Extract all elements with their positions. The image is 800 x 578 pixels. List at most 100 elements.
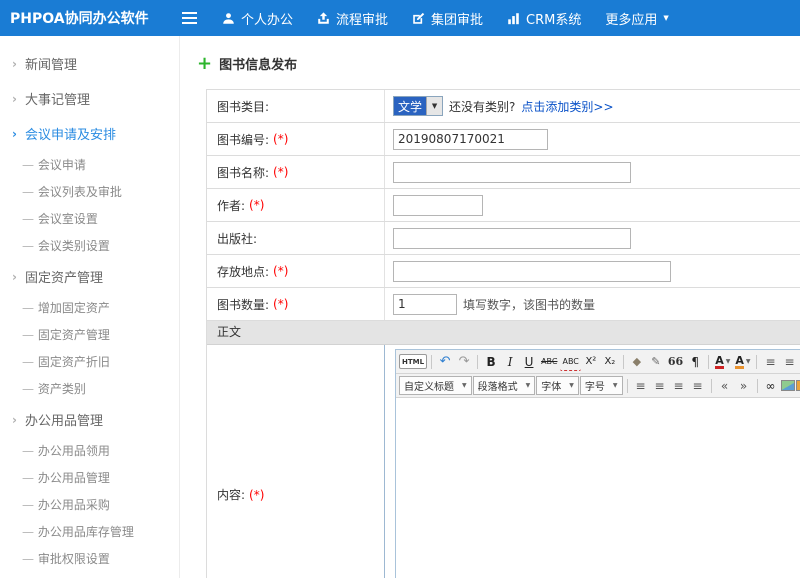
dropdown-label: 自定义标题 bbox=[404, 378, 454, 393]
insert-image-icon[interactable] bbox=[781, 380, 795, 391]
remove-format-icon[interactable]: ◆ bbox=[628, 352, 646, 371]
field-label: 出版社: bbox=[217, 230, 257, 247]
chevron-right-icon: › bbox=[12, 127, 17, 141]
redo-icon[interactable]: ↷ bbox=[455, 352, 473, 371]
blockquote-icon[interactable]: 66 bbox=[666, 352, 685, 371]
form-row-category: 图书类目: 文学 ▼ 还没有类别? 点击添加类别>> bbox=[207, 90, 800, 123]
sidebar-item-meeting-room-settings[interactable]: 会议室设置 bbox=[0, 205, 179, 232]
field-label: 图书类目: bbox=[217, 98, 269, 115]
sidebar-group-label: 大事记管理 bbox=[25, 89, 90, 108]
nav-label: 个人办公 bbox=[241, 9, 293, 28]
publisher-input[interactable] bbox=[393, 228, 631, 249]
format-painter-icon[interactable]: ✎ bbox=[647, 352, 665, 371]
italic-button[interactable]: I bbox=[501, 352, 519, 371]
editor-toolbar-row2: 自定义标题 ▼ 段落格式 ▼ 字体 ▼ 字号 ▼ bbox=[396, 374, 800, 398]
highlight-color-button[interactable]: A ▼ bbox=[733, 352, 752, 371]
nav-personal-office[interactable]: 个人办公 bbox=[222, 9, 293, 28]
bullet-list-icon[interactable]: ≡ bbox=[761, 352, 779, 371]
sidebar-item-supplies-purchase[interactable]: 办公用品采购 bbox=[0, 491, 179, 518]
paragraph-icon[interactable]: ¶ bbox=[686, 352, 704, 371]
chevron-down-icon: ▼ bbox=[426, 97, 442, 115]
align-left-icon[interactable]: ≡ bbox=[632, 376, 650, 395]
form-row-location: 存放地点: (*) bbox=[207, 255, 800, 288]
chevron-right-icon: › bbox=[12, 92, 17, 106]
editor-content-area[interactable] bbox=[396, 398, 800, 578]
paragraph-format-dropdown[interactable]: 段落格式 ▼ bbox=[473, 376, 536, 395]
book-publish-form: 图书类目: 文学 ▼ 还没有类别? 点击添加类别>> 图书编号: (*) bbox=[206, 89, 800, 578]
location-field bbox=[385, 255, 800, 287]
spellcheck-button[interactable]: ABC bbox=[560, 352, 580, 371]
menu-toggle-button[interactable] bbox=[178, 17, 200, 19]
font-family-dropdown[interactable]: 字体 ▼ bbox=[536, 376, 579, 395]
sidebar-item-meeting-category-settings[interactable]: 会议类别设置 bbox=[0, 232, 179, 259]
sidebar-item-supplies-management[interactable]: 办公用品管理 bbox=[0, 464, 179, 491]
book-name-input[interactable] bbox=[393, 162, 631, 183]
sidebar-item-meeting-apply[interactable]: 会议申请 bbox=[0, 151, 179, 178]
chevron-down-icon: ▼ bbox=[613, 382, 618, 389]
insert-media-icon[interactable]: ▶ bbox=[796, 380, 800, 391]
hamburger-icon bbox=[182, 17, 197, 19]
author-input[interactable] bbox=[393, 195, 483, 216]
main-content: + 图书信息发布 图书类目: 文学 ▼ 还没有类别? 点击添加类别>> 图书编号… bbox=[180, 36, 800, 578]
underline-button[interactable]: U bbox=[520, 352, 538, 371]
sidebar-item-asset-category[interactable]: 资产类别 bbox=[0, 375, 179, 402]
field-label: 图书编号: bbox=[217, 131, 269, 148]
subscript-button[interactable]: X₂ bbox=[601, 352, 619, 371]
quantity-input[interactable] bbox=[393, 294, 457, 315]
sidebar-group-memorabilia[interactable]: › 大事记管理 bbox=[0, 81, 179, 116]
sidebar-item-supplies-requisition[interactable]: 办公用品领用 bbox=[0, 437, 179, 464]
location-label: 存放地点: (*) bbox=[207, 255, 385, 287]
undo-icon[interactable]: ↶ bbox=[436, 352, 454, 371]
font-color-button[interactable]: A ▼ bbox=[713, 352, 732, 371]
toolbar-separator bbox=[431, 355, 432, 369]
chevron-down-icon: ▼ bbox=[726, 358, 731, 365]
author-label: 作者: (*) bbox=[207, 189, 385, 221]
caret-glyph: ▼ bbox=[432, 103, 437, 110]
sidebar-item-supplies-inventory[interactable]: 办公用品库存管理 bbox=[0, 518, 179, 545]
sidebar-item-meeting-list-approval[interactable]: 会议列表及审批 bbox=[0, 178, 179, 205]
required-mark: (*) bbox=[273, 297, 288, 311]
heading-style-dropdown[interactable]: 自定义标题 ▼ bbox=[399, 376, 472, 395]
nav-workflow-approval[interactable]: 流程审批 bbox=[317, 9, 388, 28]
sidebar-group-meeting[interactable]: › 会议申请及安排 bbox=[0, 116, 179, 151]
group-approval-icon bbox=[412, 12, 425, 25]
superscript-button[interactable]: X² bbox=[582, 352, 600, 371]
align-justify-icon[interactable]: ≡ bbox=[689, 376, 707, 395]
sidebar-item-approval-permission-settings[interactable]: 审批权限设置 bbox=[0, 545, 179, 572]
chevron-right-icon: › bbox=[12, 57, 17, 71]
book-no-input[interactable] bbox=[393, 129, 548, 150]
add-category-link[interactable]: 点击添加类别>> bbox=[521, 98, 613, 115]
form-row-book-no: 图书编号: (*) bbox=[207, 123, 800, 156]
sidebar-group-label: 办公用品管理 bbox=[25, 410, 103, 429]
font-size-dropdown[interactable]: 字号 ▼ bbox=[580, 376, 623, 395]
link-icon[interactable]: ∞ bbox=[762, 376, 780, 395]
align-center-icon[interactable]: ≡ bbox=[651, 376, 669, 395]
outdent-icon[interactable]: « bbox=[716, 376, 734, 395]
highlight-color-icon: A bbox=[735, 355, 744, 369]
numbered-list-icon[interactable]: ≡ bbox=[780, 352, 798, 371]
book-name-field bbox=[385, 156, 800, 188]
location-input[interactable] bbox=[393, 261, 671, 282]
category-select[interactable]: 文学 ▼ bbox=[393, 96, 443, 116]
required-mark: (*) bbox=[249, 488, 264, 502]
top-navigation: 个人办公 流程审批 集团审批 CRM系统 更多应用 ▼ bbox=[222, 9, 669, 28]
html-source-button[interactable]: HTML bbox=[399, 354, 427, 369]
nav-group-approval[interactable]: 集团审批 bbox=[412, 9, 483, 28]
sidebar-group-news[interactable]: › 新闻管理 bbox=[0, 46, 179, 81]
sidebar-item-fixed-asset-depreciation[interactable]: 固定资产折旧 bbox=[0, 348, 179, 375]
sidebar-item-fixed-asset-management[interactable]: 固定资产管理 bbox=[0, 321, 179, 348]
bold-button[interactable]: B bbox=[482, 352, 500, 371]
indent-icon[interactable]: » bbox=[735, 376, 753, 395]
sidebar-group-fixed-assets[interactable]: › 固定资产管理 bbox=[0, 259, 179, 294]
nav-more-apps[interactable]: 更多应用 ▼ bbox=[605, 9, 668, 28]
align-right-icon[interactable]: ≡ bbox=[670, 376, 688, 395]
required-mark: (*) bbox=[249, 198, 264, 212]
sidebar-item-supplies-classification[interactable]: 办公用品分类设置 bbox=[0, 572, 179, 578]
add-icon: + bbox=[197, 58, 212, 70]
sidebar-group-office-supplies[interactable]: › 办公用品管理 bbox=[0, 402, 179, 437]
sidebar-group-label: 固定资产管理 bbox=[25, 267, 103, 286]
strikethrough-button[interactable]: ABC bbox=[539, 352, 559, 371]
sidebar-item-add-fixed-asset[interactable]: 增加固定资产 bbox=[0, 294, 179, 321]
nav-crm-system[interactable]: CRM系统 bbox=[507, 9, 581, 28]
nav-label: 流程审批 bbox=[336, 9, 388, 28]
